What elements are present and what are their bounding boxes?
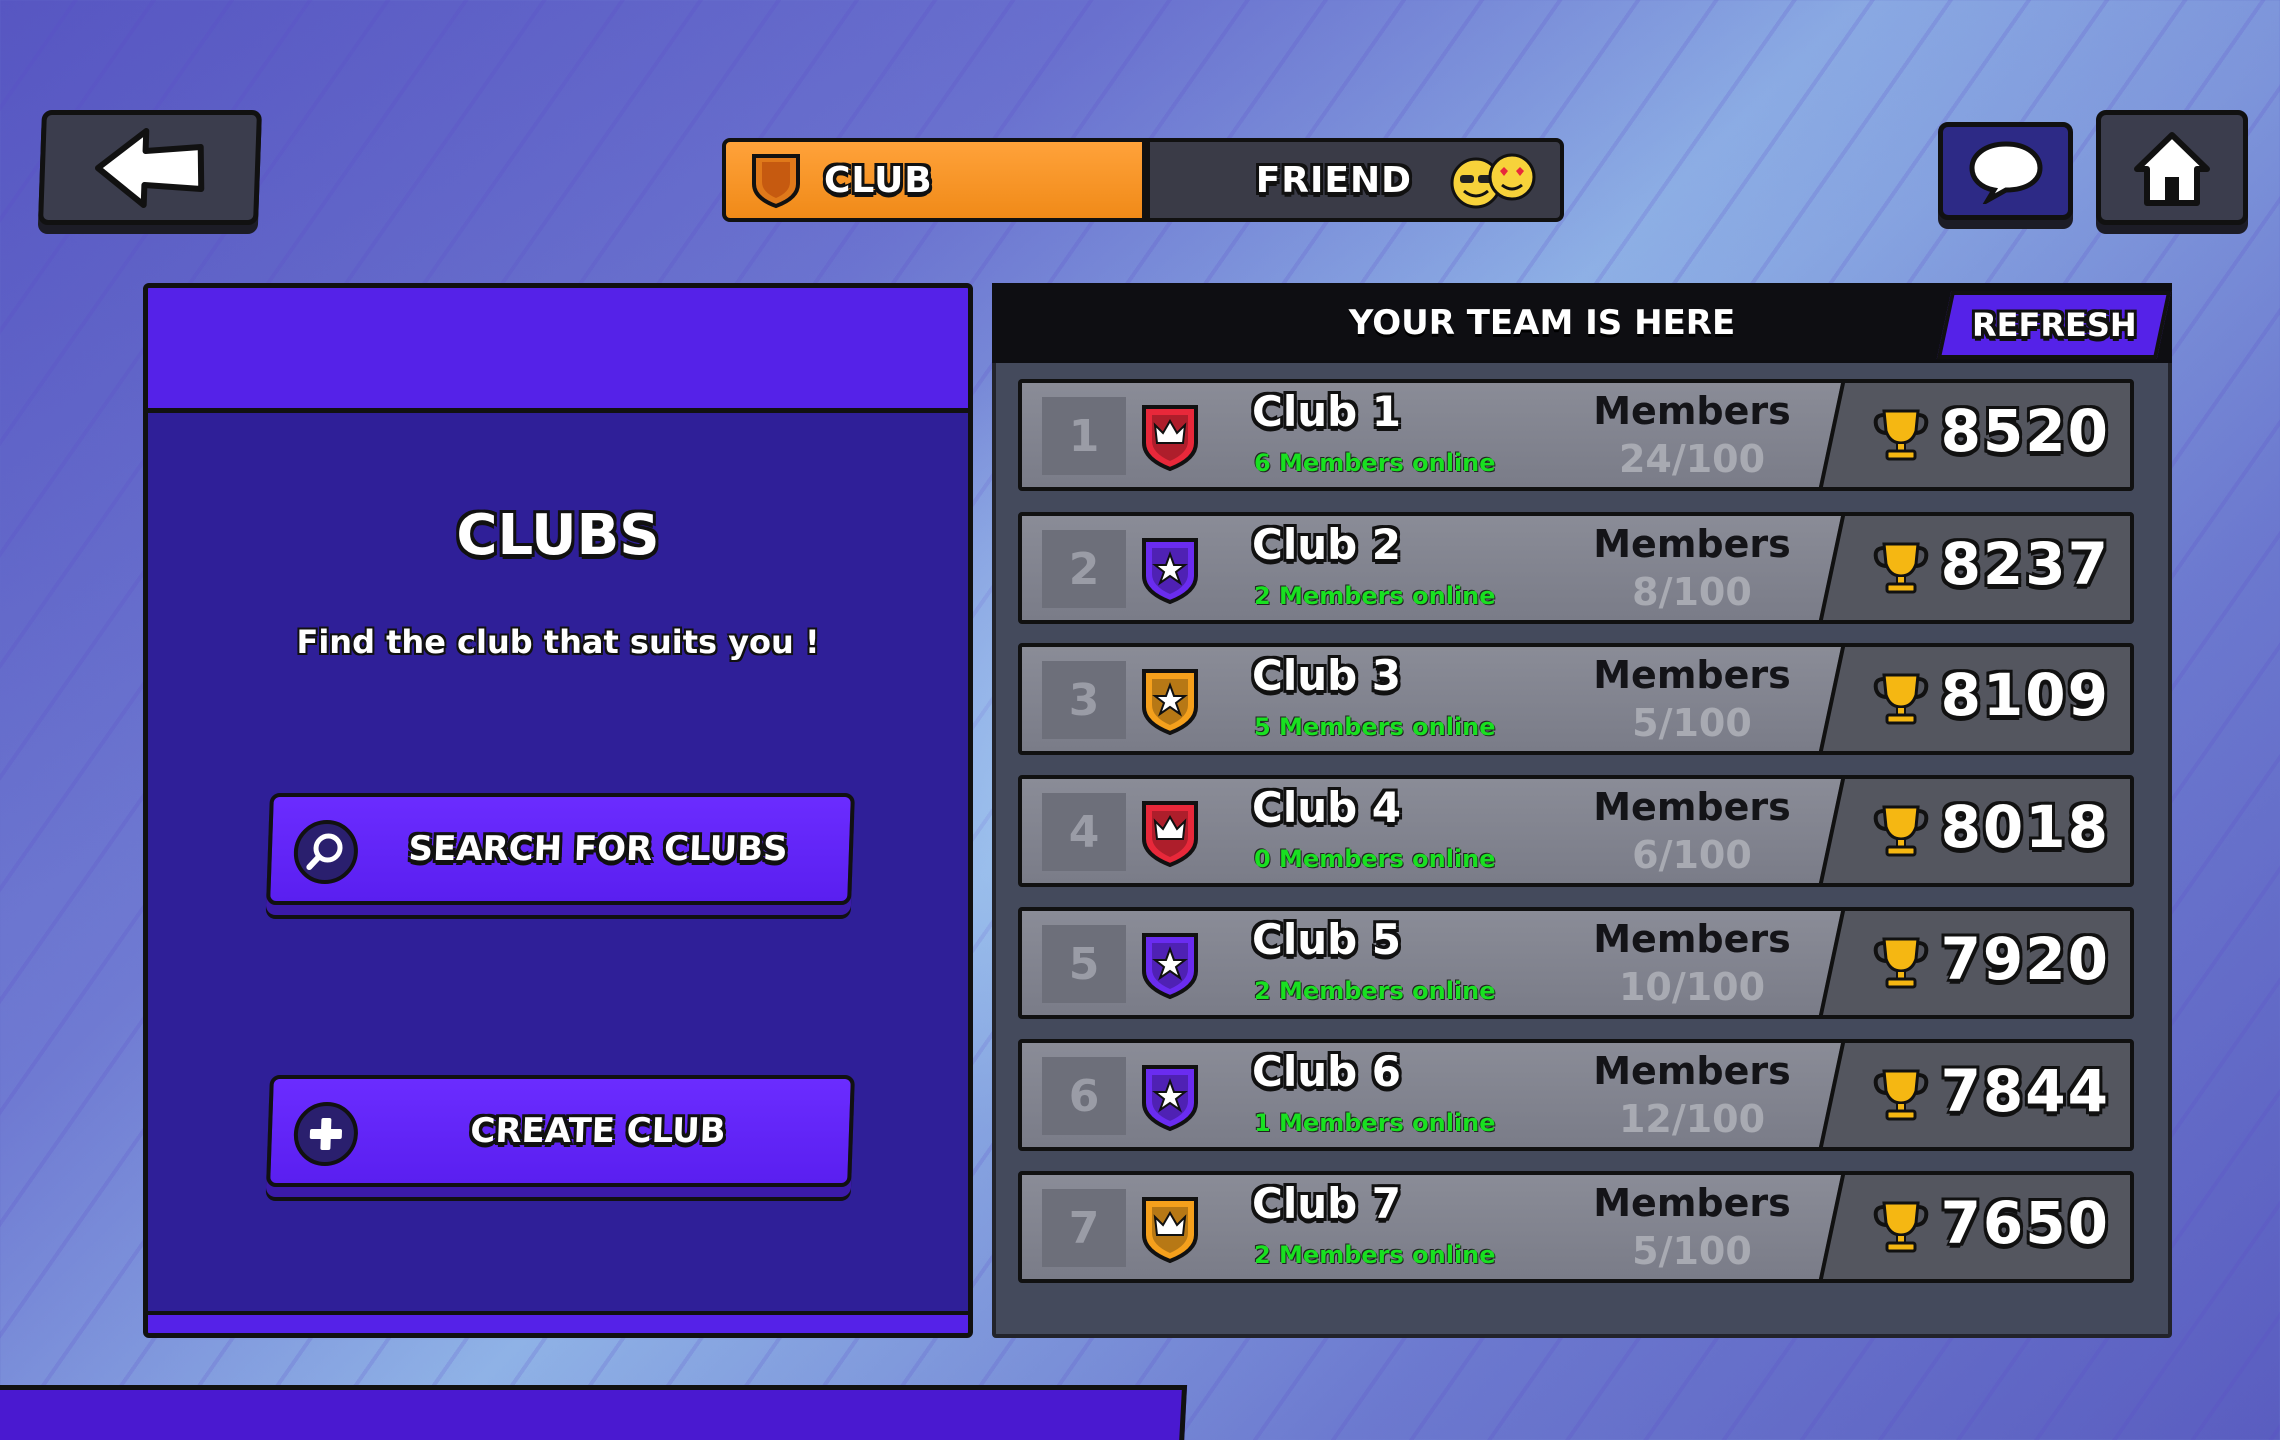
trophy-icon <box>1873 673 1929 725</box>
club-score: 8237 <box>1940 530 2110 598</box>
club-rank: 7 <box>1042 1189 1126 1267</box>
tab-friend-label: FRIEND <box>1255 159 1412 201</box>
trophy-icon <box>1873 937 1929 989</box>
search-clubs-button[interactable]: SEARCH FOR CLUBS <box>266 793 855 905</box>
search-icon <box>292 820 360 884</box>
clubs-title: CLUBS <box>456 503 660 568</box>
trophy-icon <box>1873 805 1929 857</box>
club-members-label: Members <box>1593 522 1791 566</box>
star-purple-badge-icon <box>1142 538 1198 605</box>
club-name: Club 6 <box>1252 1047 1402 1096</box>
club-online-count: 0 Members online <box>1254 845 1496 873</box>
star-purple-badge-icon <box>1142 933 1198 1000</box>
club-row-3[interactable]: 3 Club 3 5 Members online Members 5/100 … <box>1018 643 2134 755</box>
club-row-2[interactable]: 2 Club 2 2 Members online Members 8/100 … <box>1018 512 2134 624</box>
club-name: Club 5 <box>1252 915 1402 964</box>
club-members-label: Members <box>1593 785 1791 829</box>
clubs-subtitle: Find the club that suits you ! <box>296 623 820 661</box>
create-club-label: CREATE CLUB <box>469 1111 727 1151</box>
club-members-label: Members <box>1593 389 1791 433</box>
club-shield-icon <box>752 154 800 209</box>
crown-red-badge-icon <box>1142 405 1198 472</box>
club-online-count: 2 Members online <box>1254 582 1496 610</box>
club-members-count: 6/100 <box>1632 833 1752 877</box>
trophy-icon <box>1873 409 1929 461</box>
club-score: 7920 <box>1940 925 2110 993</box>
chat-button[interactable] <box>1938 122 2073 220</box>
club-name: Club 1 <box>1252 387 1402 436</box>
trophy-icon <box>1873 1201 1929 1253</box>
clubs-panel-footer <box>148 1311 968 1333</box>
star-orange-badge-icon <box>1142 669 1198 736</box>
trophy-icon <box>1873 1069 1929 1121</box>
club-row-7[interactable]: 7 Club 7 2 Members online Members 5/100 … <box>1018 1171 2134 1283</box>
refresh-button[interactable]: REFRESH <box>1936 291 2172 359</box>
crown-red-badge-icon <box>1142 801 1198 868</box>
club-rank: 1 <box>1042 397 1126 475</box>
tab-friend[interactable]: FRIEND <box>1146 138 1564 222</box>
chat-bubble-icon <box>1968 141 2043 204</box>
club-row-4[interactable]: 4 Club 4 0 Members online Members 6/100 … <box>1018 775 2134 887</box>
tab-club-label: CLUB <box>824 159 933 201</box>
club-members-count: 5/100 <box>1632 701 1752 745</box>
club-members-count: 24/100 <box>1618 437 1766 481</box>
home-icon <box>2134 131 2210 206</box>
club-name: Club 4 <box>1252 783 1402 832</box>
friends-emoji-icon <box>1450 153 1536 209</box>
club-score: 7844 <box>1940 1057 2110 1125</box>
club-rank: 3 <box>1042 661 1126 739</box>
create-club-button[interactable]: CREATE CLUB <box>266 1075 855 1187</box>
team-list-header: YOUR TEAM IS HERE REFRESH <box>992 283 2172 363</box>
club-members-label: Members <box>1593 917 1791 961</box>
team-list-panel: YOUR TEAM IS HERE REFRESH 1 Club 1 6 Mem… <box>992 283 2172 1338</box>
refresh-label: REFRESH <box>1971 306 2137 344</box>
club-members-label: Members <box>1593 653 1791 697</box>
tab-club[interactable]: CLUB <box>722 138 1146 222</box>
club-score: 8018 <box>1940 793 2110 861</box>
clubs-panel: CLUBS Find the club that suits you ! SEA… <box>143 283 973 1338</box>
search-clubs-label: SEARCH FOR CLUBS <box>407 829 789 869</box>
club-name: Club 2 <box>1252 520 1402 569</box>
club-name: Club 3 <box>1252 651 1402 700</box>
club-online-count: 2 Members online <box>1254 1241 1496 1269</box>
club-online-count: 6 Members online <box>1254 449 1496 477</box>
star-purple-badge-icon <box>1142 1065 1198 1132</box>
club-score: 8520 <box>1940 397 2110 465</box>
club-online-count: 1 Members online <box>1254 1109 1496 1137</box>
club-row-6[interactable]: 6 Club 6 1 Members online Members 12/100… <box>1018 1039 2134 1151</box>
club-rank: 4 <box>1042 793 1126 871</box>
club-members-label: Members <box>1593 1181 1791 1225</box>
team-list-title: YOUR TEAM IS HERE <box>1348 303 1736 343</box>
club-rank: 6 <box>1042 1057 1126 1135</box>
back-button[interactable] <box>37 110 263 225</box>
bottom-strip <box>0 1385 1188 1440</box>
trophy-icon <box>1873 542 1929 594</box>
club-members-count: 10/100 <box>1618 965 1766 1009</box>
club-members-count: 12/100 <box>1618 1097 1766 1141</box>
club-score: 7650 <box>1940 1189 2110 1257</box>
club-members-label: Members <box>1593 1049 1791 1093</box>
mode-tabs: CLUB FRIEND <box>722 138 1564 222</box>
back-arrow-icon <box>94 127 205 208</box>
club-online-count: 5 Members online <box>1254 713 1496 741</box>
plus-icon <box>292 1102 360 1166</box>
club-online-count: 2 Members online <box>1254 977 1496 1005</box>
club-row-5[interactable]: 5 Club 5 2 Members online Members 10/100… <box>1018 907 2134 1019</box>
club-row-1[interactable]: 1 Club 1 6 Members online Members 24/100… <box>1018 379 2134 491</box>
home-button[interactable] <box>2096 110 2248 225</box>
club-members-count: 8/100 <box>1632 570 1752 614</box>
crown-orange-badge-icon <box>1142 1197 1198 1264</box>
club-members-count: 5/100 <box>1632 1229 1752 1273</box>
club-score: 8109 <box>1940 661 2110 729</box>
clubs-panel-header <box>148 288 968 413</box>
club-rank: 5 <box>1042 925 1126 1003</box>
club-rank: 2 <box>1042 530 1126 608</box>
club-name: Club 7 <box>1252 1179 1402 1228</box>
